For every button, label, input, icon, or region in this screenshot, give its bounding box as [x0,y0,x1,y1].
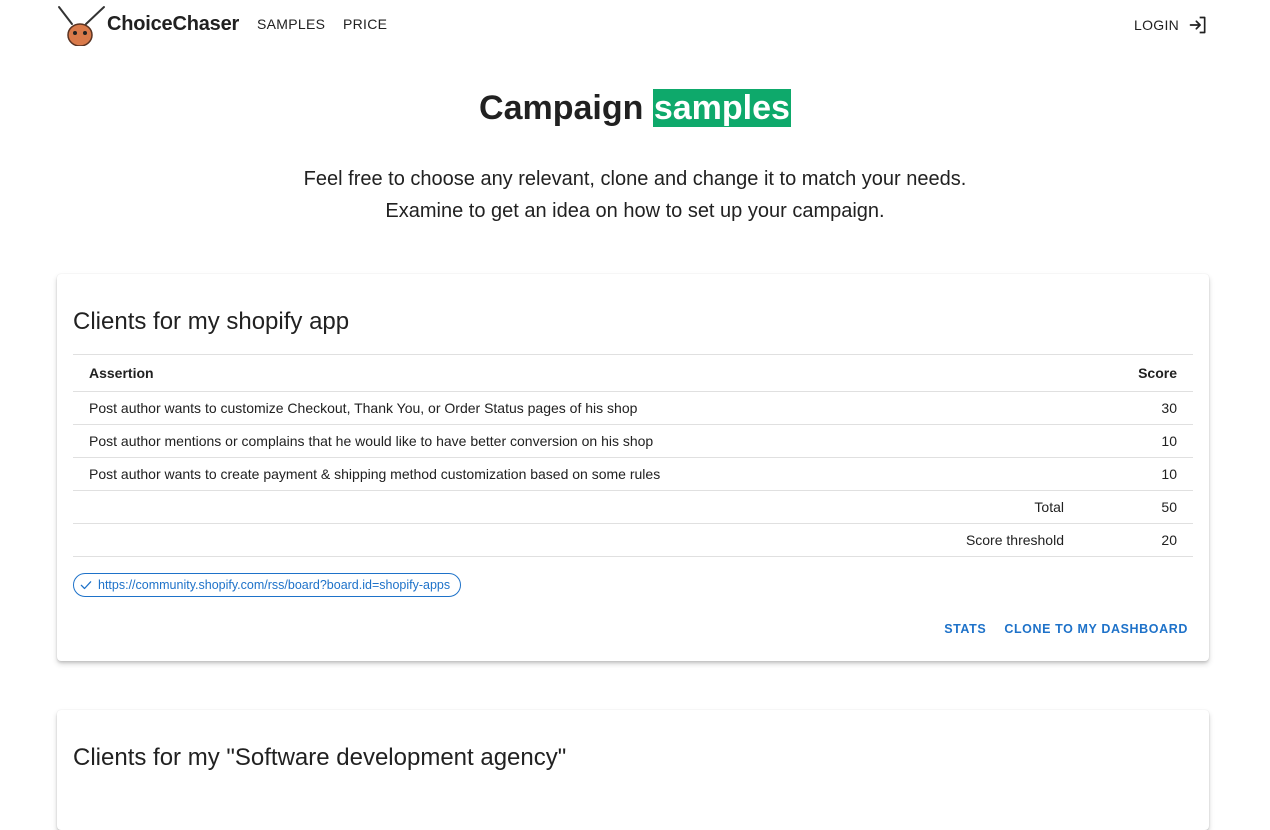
threshold-value: 20 [1161,532,1177,548]
column-header-assertion: Assertion [89,365,154,381]
table-row: Post author wants to create payment & sh… [73,457,1193,490]
clone-to-dashboard-button[interactable]: CLONE TO MY DASHBOARD [1004,622,1188,636]
total-label: Total [1034,499,1064,515]
page-subtitle-line2: Examine to get an idea on how to set up … [385,200,885,222]
top-app-bar: ChoiceChaser SAMPLES PRICE LOGIN [0,0,1270,48]
table-header-row: Assertion Score [73,354,1193,391]
score-cell: 10 [1161,433,1177,449]
assertion-cell: Post author mentions or complains that h… [89,433,654,449]
total-value: 50 [1161,499,1177,515]
threshold-row: Score threshold 20 [73,523,1193,557]
threshold-label: Score threshold [965,532,1064,548]
feed-url-chip[interactable]: https://community.shopify.com/rss/board?… [73,573,462,597]
assertion-table: Assertion Score Post author wants to cus… [73,354,1193,557]
page-title-highlight: samples [652,89,791,127]
page-title: Campaign samples [0,86,1270,130]
login-button[interactable]: LOGIN [1134,14,1208,36]
brand-name[interactable]: ChoiceChaser [107,13,239,36]
nav-samples[interactable]: SAMPLES [257,16,325,32]
table-row: Post author mentions or complains that h… [73,424,1193,457]
stats-button[interactable]: STATS [944,622,986,636]
campaign-card: Clients for my shopify app Assertion Sco… [57,274,1209,661]
assertion-cell: Post author wants to create payment & sh… [89,466,661,482]
assertion-cell: Post author wants to customize Checkout,… [89,400,638,416]
campaign-title: Clients for my "Software development age… [73,744,567,771]
feed-url-text: https://community.shopify.com/rss/board?… [98,578,451,592]
score-cell: 30 [1161,400,1177,416]
login-arrow-icon [1189,16,1206,34]
campaign-title: Clients for my shopify app [73,308,350,335]
page-subtitle-line1: Feel free to choose any relevant, clone … [303,168,967,190]
campaign-card: Clients for my "Software development age… [57,710,1209,830]
score-cell: 10 [1161,466,1177,482]
table-row: Post author wants to customize Checkout,… [73,391,1193,424]
nav-price[interactable]: PRICE [343,16,387,32]
page-title-plain: Campaign [479,89,644,127]
login-label: LOGIN [1134,17,1180,33]
column-header-score: Score [1138,365,1177,381]
bug-logo-icon[interactable] [56,4,108,46]
check-icon [80,581,92,590]
card-actions: STATS CLONE TO MY DASHBOARD [944,622,1188,636]
total-row: Total 50 [73,490,1193,523]
